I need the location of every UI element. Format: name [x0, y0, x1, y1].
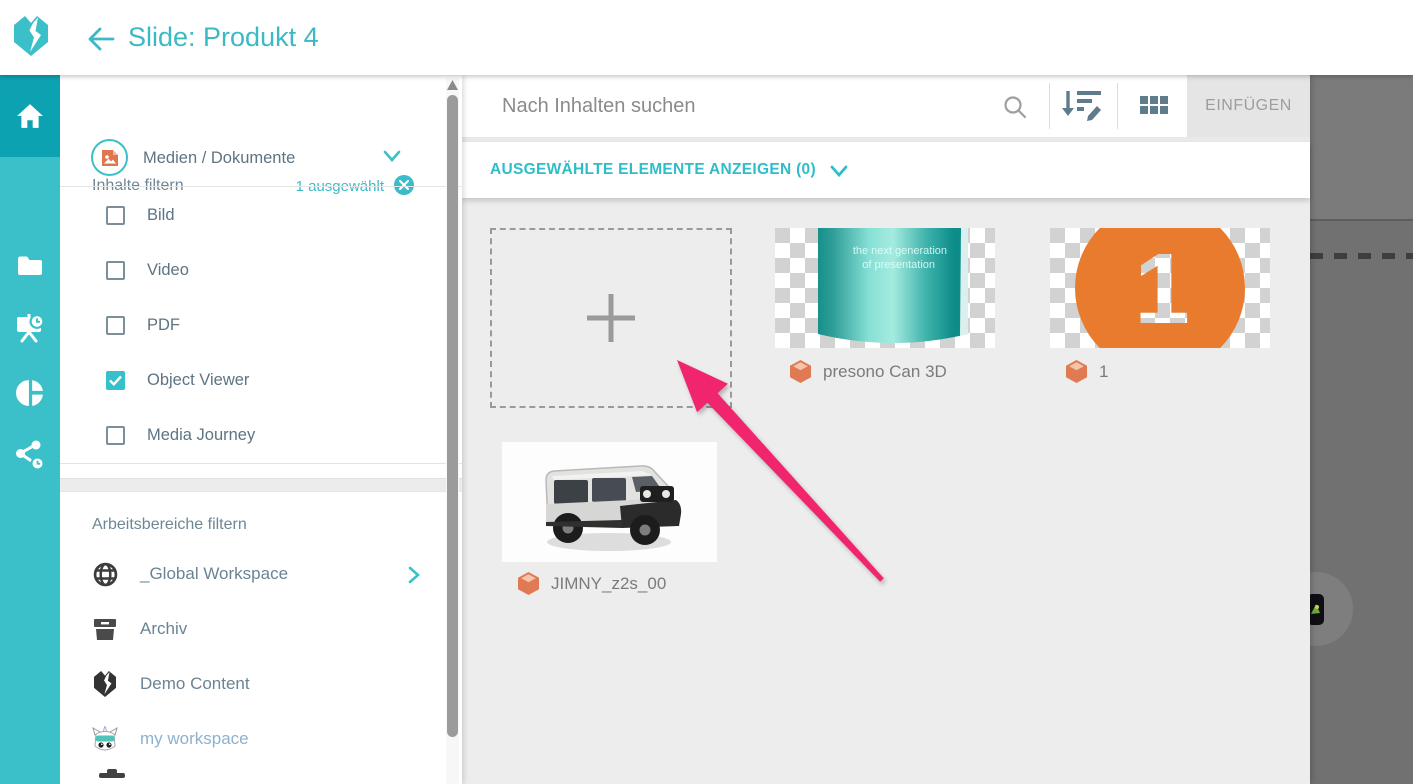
globe-icon: [92, 561, 118, 587]
checkbox[interactable]: [106, 316, 125, 335]
filter-checkbox-media-journey[interactable]: Media Journey: [106, 423, 406, 447]
content-search-toolbar: EINFÜGEN: [462, 75, 1310, 137]
media-documents-icon: [100, 148, 120, 168]
workspace-label: _Global Workspace: [140, 564, 386, 584]
filter-checkbox-pdf[interactable]: PDF: [106, 313, 406, 337]
nav-item-home[interactable]: [0, 88, 60, 144]
category-media-documents[interactable]: [91, 139, 128, 176]
sort-edit-icon[interactable]: [1061, 89, 1103, 123]
3d-cube-icon: [790, 360, 811, 383]
nav-item-share-history[interactable]: [0, 427, 60, 483]
insert-button[interactable]: EINFÜGEN: [1187, 75, 1310, 137]
checkbox-label: Bild: [147, 206, 175, 225]
filter-checkbox-video[interactable]: Video: [106, 258, 406, 282]
share-history-icon: [15, 439, 45, 471]
content-item-label: JIMNY_z2s_00: [551, 574, 666, 594]
slide-editor-background-lower: [1310, 220, 1413, 784]
3d-cube-icon: [1066, 360, 1087, 383]
folder-icon: [17, 255, 43, 276]
nav-item-library[interactable]: [0, 237, 60, 293]
nav-item-presentation-history[interactable]: [0, 300, 60, 356]
workspace-item-my-workspace[interactable]: my workspace: [92, 724, 432, 754]
divider: [60, 463, 462, 464]
can-caption-line2: of presentation: [862, 259, 935, 271]
app-window: Inhalte filtern 1 ausgewählt Medien / Do…: [0, 0, 1413, 784]
home-icon: [16, 103, 44, 129]
filter-checkbox-bild[interactable]: Bild: [106, 203, 406, 227]
checkbox-label: PDF: [147, 316, 180, 335]
selected-elements-label: AUSGEWÄHLTE ELEMENTE ANZEIGEN (0): [490, 161, 816, 179]
checkbox[interactable]: [106, 371, 125, 390]
content-item-label: 1: [1099, 362, 1108, 382]
workspace-item-global[interactable]: _Global Workspace: [92, 559, 432, 589]
archive-icon: [92, 616, 118, 642]
content-item-label-row[interactable]: presono Can 3D: [790, 360, 947, 383]
plus-icon: [583, 290, 639, 346]
analytics-icon: [16, 379, 44, 407]
close-icon: [399, 180, 409, 190]
workspace-label: my workspace: [140, 729, 432, 749]
workspace-label: Archiv: [140, 619, 432, 639]
can-caption-line1: the next generation: [853, 245, 947, 257]
content-filter-panel: Inhalte filtern 1 ausgewählt Medien / Do…: [60, 75, 462, 784]
checkbox[interactable]: [106, 426, 125, 445]
slide-edge-line: [1310, 219, 1413, 221]
workspace-label: Demo Content: [140, 674, 432, 694]
workspace-filter-title: Arbeitsbereiche filtern: [92, 516, 247, 534]
app-header: Slide: Produkt 4: [0, 0, 1413, 75]
scrollbar-up-arrow[interactable]: [447, 80, 458, 90]
add-content-placeholder[interactable]: [490, 228, 732, 408]
checkbox-label: Media Journey: [147, 426, 255, 445]
chevron-down-icon[interactable]: [830, 164, 848, 178]
search-icon[interactable]: [1002, 94, 1028, 120]
workspace-item-archiv[interactable]: Archiv: [92, 614, 432, 644]
arrow-left-icon: [86, 24, 116, 54]
checkbox[interactable]: [106, 261, 125, 280]
3d-cube-icon: [518, 572, 539, 595]
checkbox-label: Video: [147, 261, 189, 280]
chevron-right-icon[interactable]: [408, 566, 422, 582]
presono-logo-icon: [92, 671, 118, 697]
content-item-label: presono Can 3D: [823, 362, 947, 382]
page-title: Slide: Produkt 4: [128, 22, 319, 53]
slide-editor-background: [1310, 75, 1413, 220]
trash-icon-partial[interactable]: [98, 769, 126, 784]
content-browser-panel: EINFÜGEN AUSGEWÄHLTE ELEMENTE ANZEIGEN (…: [462, 75, 1310, 784]
main-nav-sidebar: [0, 75, 60, 784]
content-item-label-row[interactable]: 1: [1066, 360, 1108, 383]
category-label: Medien / Dokumente: [143, 149, 295, 168]
slide-dashed-guide: [1310, 253, 1413, 259]
checkbox[interactable]: [106, 206, 125, 225]
content-thumbnail-jimny[interactable]: [502, 442, 717, 562]
search-input[interactable]: [502, 87, 982, 125]
grid-view-icon[interactable]: [1140, 96, 1169, 115]
workspace-item-demo-content[interactable]: Demo Content: [92, 669, 432, 699]
toolbar-divider: [1049, 83, 1050, 129]
selected-elements-bar[interactable]: AUSGEWÄHLTE ELEMENTE ANZEIGEN (0): [462, 142, 1310, 198]
nav-item-analytics[interactable]: [0, 365, 60, 421]
filter-checkbox-object-viewer[interactable]: Object Viewer: [106, 368, 406, 392]
content-item-label-row[interactable]: JIMNY_z2s_00: [518, 572, 666, 595]
content-thumbnail-presono-can[interactable]: the next generation of presentation: [775, 228, 995, 348]
unicorn-avatar: [92, 726, 118, 752]
back-button[interactable]: [86, 24, 116, 54]
checkbox-label: Object Viewer: [147, 371, 249, 390]
presono-logo: [14, 14, 48, 58]
divider: [60, 186, 462, 187]
content-thumbnail-1[interactable]: 1: [1050, 228, 1270, 348]
toolbar-divider: [1117, 83, 1118, 129]
panel-section-gap: [60, 478, 462, 492]
thumb-number: 1: [1134, 233, 1190, 345]
chevron-down-icon[interactable]: [383, 149, 401, 163]
presentation-history-icon: [15, 313, 45, 343]
clear-filter-button[interactable]: [394, 175, 414, 195]
panel-scrollbar-thumb[interactable]: [447, 95, 458, 737]
